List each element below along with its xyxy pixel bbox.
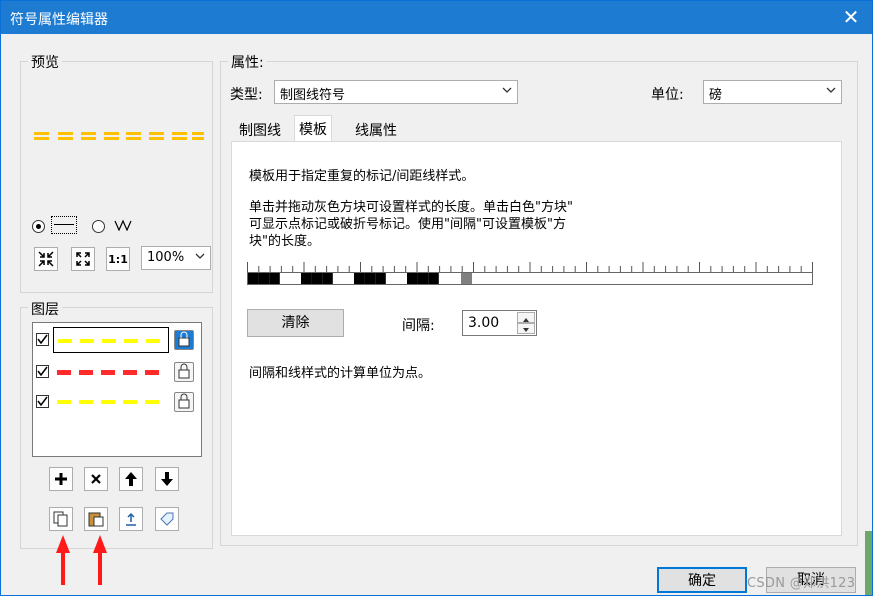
- pattern-cell: [407, 273, 418, 284]
- tab-cartographic-line[interactable]: 制图线: [235, 117, 285, 141]
- layer-swatch-1: [53, 327, 169, 353]
- tag-icon: [160, 512, 174, 526]
- check-icon: [37, 396, 48, 407]
- properties-label: 属性:: [228, 52, 267, 72]
- layer-row-3[interactable]: [33, 389, 201, 413]
- chevron-down-icon: [195, 253, 205, 259]
- interval-value: 3.00: [468, 315, 500, 331]
- layer-lock-2[interactable]: [174, 362, 194, 382]
- type-select[interactable]: 制图线符号: [274, 80, 518, 104]
- collapse-arrows-icon: [38, 251, 54, 267]
- template-panel: 模板用于指定重复的标记/间距线样式。 单击并拖动灰色方块可设置样式的长度。单击白…: [231, 141, 842, 536]
- interval-label: 间隔:: [402, 318, 435, 334]
- unit-value: 磅: [709, 88, 723, 103]
- red-arrow-icon: [56, 535, 70, 585]
- lock-icon: [178, 331, 190, 347]
- tab-template[interactable]: 模板: [294, 115, 332, 142]
- arrow-up-icon: [125, 472, 137, 486]
- chevron-down-icon: [826, 87, 836, 93]
- tab-line-properties[interactable]: 线属性: [351, 117, 401, 141]
- chevron-down-icon: [502, 87, 512, 93]
- type-value: 制图线符号: [280, 88, 346, 103]
- line-preview-icon: [51, 216, 77, 234]
- ok-button[interactable]: 确定: [657, 567, 747, 593]
- clear-button[interactable]: 清除: [247, 309, 344, 337]
- spin-down-button[interactable]: [517, 323, 535, 334]
- layer-lock-1[interactable]: [174, 330, 194, 350]
- pattern-cell: [417, 273, 429, 284]
- triangle-down-icon: [523, 328, 529, 332]
- unit-label: 单位:: [651, 87, 684, 103]
- arrow-down-icon: [161, 472, 173, 486]
- layer-row-1[interactable]: [33, 327, 201, 353]
- lock-icon: [178, 363, 190, 379]
- move-up-button[interactable]: [119, 467, 143, 491]
- paste-icon: [88, 512, 104, 527]
- spin-up-button[interactable]: [517, 312, 535, 323]
- remove-layer-button[interactable]: [84, 467, 108, 491]
- red-dash-line: [57, 370, 159, 375]
- pattern-cell: [269, 273, 280, 284]
- zoom-in-button[interactable]: [34, 247, 58, 271]
- zoom-value: 100%: [147, 250, 185, 265]
- layer-row-2[interactable]: [33, 359, 201, 383]
- pattern-cell: [258, 273, 270, 284]
- pattern-cell: [428, 273, 439, 284]
- layer-checkbox-2[interactable]: [36, 365, 49, 378]
- yellow-dash-line: [57, 400, 159, 404]
- zigzag-icon: [114, 219, 132, 231]
- pattern-cell: [375, 273, 386, 284]
- pattern-cell: [322, 273, 333, 284]
- interval-spinbox[interactable]: 3.00: [462, 310, 537, 336]
- layer-checkbox-3[interactable]: [36, 395, 49, 408]
- preview-label: 预览: [28, 52, 62, 72]
- pattern-cell: [311, 273, 323, 284]
- template-instructions-3: 块"的长度。: [249, 234, 320, 249]
- pattern-length-handle: [461, 273, 472, 284]
- layer-list[interactable]: [32, 322, 202, 457]
- pattern-cell: [301, 273, 312, 284]
- paste-layer-button[interactable]: [84, 507, 108, 531]
- close-icon: [91, 474, 101, 484]
- lock-icon: [178, 393, 190, 409]
- layer-lock-3[interactable]: [174, 392, 194, 412]
- layers-label: 图层: [28, 299, 62, 319]
- copy-layer-button[interactable]: [49, 507, 73, 531]
- template-pattern-editor[interactable]: [247, 260, 813, 286]
- pattern-cell: [248, 273, 259, 284]
- window-title: 符号属性编辑器: [10, 12, 108, 28]
- add-layer-button[interactable]: [49, 467, 73, 491]
- preview-line: [34, 132, 204, 140]
- check-icon: [37, 366, 48, 377]
- yellow-dash-line: [58, 339, 160, 343]
- template-description: 模板用于指定重复的标记/间距线样式。: [249, 169, 475, 184]
- move-down-button[interactable]: [155, 467, 179, 491]
- expand-arrows-icon: [76, 252, 90, 266]
- symbol-property-editor-window: 符号属性编辑器 ✕ 预览 1:1 100% 图层 属性: 类型: 制图线符号 单…: [0, 0, 873, 596]
- close-icon[interactable]: ✕: [838, 5, 864, 29]
- zoom-out-button[interactable]: [71, 247, 95, 271]
- radio-polygon-preview[interactable]: [92, 220, 105, 233]
- plus-icon: [55, 473, 67, 485]
- radio-line-preview[interactable]: [32, 220, 45, 233]
- zoom-select[interactable]: 100%: [141, 246, 211, 270]
- tag-layer-button[interactable]: [155, 507, 179, 531]
- scrollbar-thumb[interactable]: [865, 531, 872, 595]
- type-label: 类型:: [230, 87, 263, 103]
- pattern-cell: [364, 273, 376, 284]
- unit-select[interactable]: 磅: [703, 80, 842, 104]
- unit-note: 间隔和线样式的计算单位为点。: [249, 366, 432, 381]
- layer-checkbox-1[interactable]: [36, 333, 49, 346]
- csdn-watermark: CSDN @郑洪123: [747, 576, 856, 591]
- undo-icon: [126, 512, 136, 526]
- title-bar: 符号属性编辑器 ✕: [1, 1, 872, 34]
- actual-size-button[interactable]: 1:1: [106, 247, 130, 271]
- red-arrow-icon: [93, 535, 107, 585]
- reset-layer-button[interactable]: [119, 507, 143, 531]
- check-icon: [37, 334, 48, 345]
- pattern-cell: [354, 273, 365, 284]
- copy-icon: [53, 511, 68, 527]
